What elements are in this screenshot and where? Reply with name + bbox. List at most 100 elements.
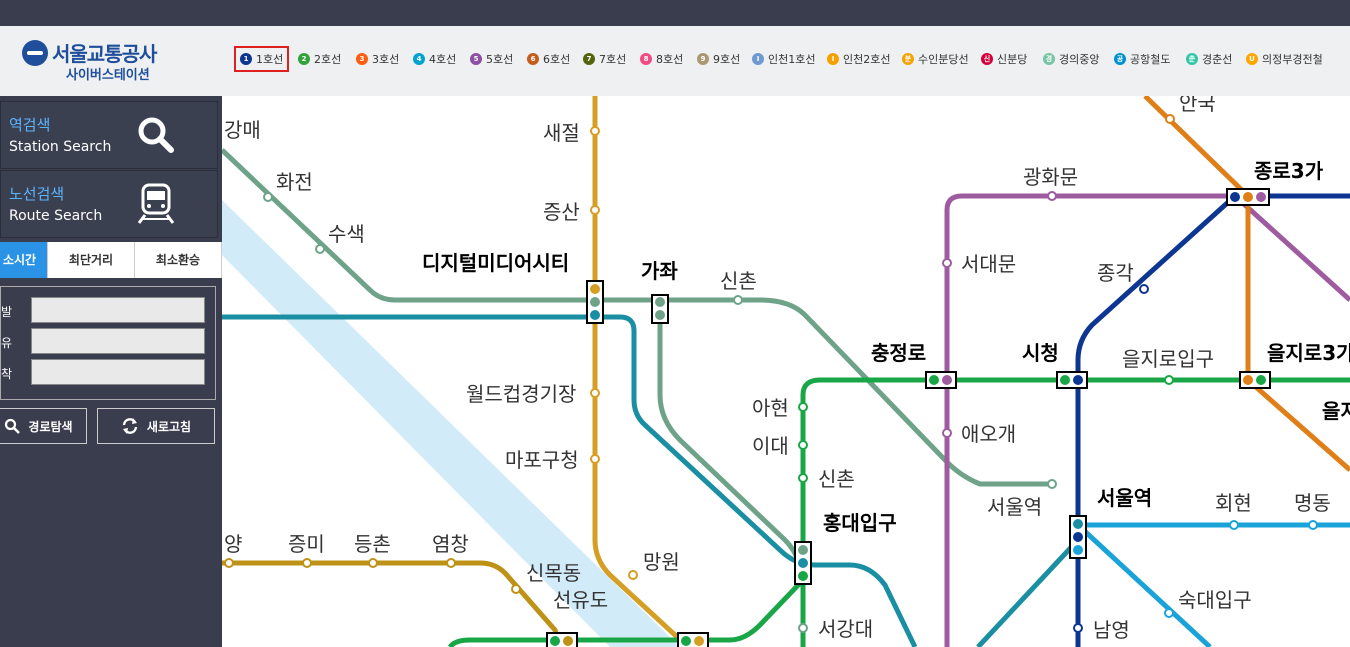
line-item-2[interactable]: 2 2호선 bbox=[298, 52, 341, 66]
route-search-action-button[interactable]: 경로탐색 bbox=[0, 408, 87, 444]
station-dot[interactable] bbox=[733, 295, 743, 305]
line-item-12[interactable]: 분 수인분당선 bbox=[902, 52, 969, 66]
station-label[interactable]: 강매 bbox=[224, 118, 261, 142]
station-label-major[interactable]: 가좌 bbox=[641, 259, 678, 283]
station-dot[interactable] bbox=[590, 205, 600, 215]
tab-min-time[interactable]: 소시간 bbox=[0, 242, 48, 278]
station-label-major[interactable]: 디지털미디어시티 bbox=[422, 251, 569, 275]
station-label[interactable]: 애오개 bbox=[961, 422, 1016, 446]
station-label[interactable]: 증미 bbox=[288, 532, 325, 556]
station-dot[interactable] bbox=[511, 584, 521, 594]
station-label-major[interactable]: 을지 bbox=[1322, 399, 1350, 423]
station-label[interactable]: 을지로입구 bbox=[1122, 347, 1214, 371]
station-dot[interactable] bbox=[315, 244, 325, 254]
transfer-chungjeongno[interactable] bbox=[925, 371, 957, 389]
station-dot[interactable] bbox=[1164, 608, 1174, 618]
station-dot[interactable] bbox=[590, 126, 600, 136]
station-dot[interactable] bbox=[590, 454, 600, 464]
station-dot[interactable] bbox=[368, 558, 378, 568]
station-dot[interactable] bbox=[1139, 284, 1149, 294]
tab-min-transfer[interactable]: 최소환승 bbox=[135, 242, 222, 278]
line-item-9[interactable]: 9 9호선 bbox=[697, 52, 740, 66]
line-item-15[interactable]: 공 공항철도 bbox=[1114, 52, 1170, 66]
station-dot[interactable] bbox=[1047, 191, 1057, 201]
station-label[interactable]: 수색 bbox=[328, 222, 365, 246]
station-label-major[interactable]: 홍대입구 bbox=[823, 511, 897, 535]
station-label[interactable]: 신촌 bbox=[818, 467, 855, 491]
station-label[interactable]: 명동 bbox=[1294, 491, 1331, 515]
station-label[interactable]: 남영 bbox=[1093, 618, 1130, 642]
station-label[interactable]: 종각 bbox=[1097, 261, 1134, 285]
transfer-hapjeong[interactable] bbox=[677, 632, 709, 647]
station-label-major[interactable]: 시청 bbox=[1022, 341, 1059, 365]
station-dot[interactable] bbox=[628, 570, 638, 580]
station-search-button[interactable]: 역검색 Station Search bbox=[0, 101, 218, 169]
station-label[interactable]: 숙대입구 bbox=[1178, 588, 1252, 612]
station-dot[interactable] bbox=[1073, 623, 1083, 633]
station-dot[interactable] bbox=[302, 558, 312, 568]
station-dot[interactable] bbox=[263, 192, 273, 202]
station-label[interactable]: 망원 bbox=[643, 550, 680, 574]
line-item-8[interactable]: 8 8호선 bbox=[640, 52, 683, 66]
tab-shortest-distance[interactable]: 최단거리 bbox=[48, 242, 135, 278]
station-label[interactable]: 광화문 bbox=[1023, 165, 1078, 189]
station-dot[interactable] bbox=[224, 558, 234, 568]
transfer-hongdae[interactable] bbox=[794, 541, 812, 585]
transfer-seoulstation[interactable] bbox=[1069, 515, 1087, 559]
station-label[interactable]: 서강대 bbox=[818, 617, 873, 641]
station-label-major[interactable]: 서울역 bbox=[1097, 486, 1152, 510]
station-label[interactable]: 양 bbox=[224, 532, 242, 556]
station-label[interactable]: 월드컵경기장 bbox=[466, 382, 576, 406]
station-dot[interactable] bbox=[798, 402, 808, 412]
station-label-major[interactable]: 충정로 bbox=[871, 341, 926, 365]
transfer-euljiro3[interactable] bbox=[1239, 371, 1271, 389]
station-label-major[interactable]: 종로3가 bbox=[1254, 159, 1324, 183]
line-item-10[interactable]: I 인천1호선 bbox=[752, 52, 815, 66]
line-item-4[interactable]: 4 4호선 bbox=[413, 52, 456, 66]
arrival-input[interactable] bbox=[31, 359, 205, 385]
line-item-7[interactable]: 7 7호선 bbox=[583, 52, 626, 66]
transfer-dmc[interactable] bbox=[586, 280, 604, 324]
station-label[interactable]: 염창 bbox=[432, 532, 469, 556]
transfer-gajwa[interactable] bbox=[651, 294, 669, 324]
line-item-5[interactable]: 5 5호선 bbox=[470, 52, 513, 66]
station-dot[interactable] bbox=[1164, 375, 1174, 385]
line-item-1[interactable]: 1 1호선 bbox=[233, 46, 290, 72]
station-dot[interactable] bbox=[446, 558, 456, 568]
line-item-17[interactable]: U 의정부경전철 bbox=[1246, 52, 1323, 66]
station-dot[interactable] bbox=[942, 428, 952, 438]
line-item-14[interactable]: 경 경의중앙 bbox=[1043, 52, 1099, 66]
station-label[interactable]: 안국 bbox=[1179, 96, 1216, 115]
station-dot[interactable] bbox=[942, 258, 952, 268]
station-label[interactable]: 이대 bbox=[752, 434, 789, 458]
station-dot[interactable] bbox=[1047, 479, 1057, 489]
station-label[interactable]: 증산 bbox=[543, 200, 580, 224]
station-label[interactable]: 등촌 bbox=[354, 532, 391, 556]
station-label[interactable]: 회현 bbox=[1215, 491, 1252, 515]
station-dot[interactable] bbox=[1308, 520, 1318, 530]
via-input[interactable] bbox=[31, 328, 205, 354]
station-label-major[interactable]: 을지로3가 bbox=[1267, 341, 1350, 365]
departure-input[interactable] bbox=[31, 297, 205, 323]
subway-map[interactable]: 강매 화전 수색 새절 증산 신촌 월드컵경기장 마포구청 아현 이대 신촌 망… bbox=[222, 96, 1350, 647]
station-dot[interactable] bbox=[1229, 520, 1239, 530]
transfer-jongno3[interactable] bbox=[1226, 188, 1270, 206]
route-search-button[interactable]: 노선검색 Route Search bbox=[0, 170, 218, 238]
station-label[interactable]: 선유도 bbox=[553, 588, 608, 612]
line-item-11[interactable]: I 인천2호선 bbox=[827, 52, 890, 66]
transfer-cityhall[interactable] bbox=[1056, 371, 1088, 389]
transfer-seonyudo[interactable] bbox=[546, 632, 578, 647]
line-item-6[interactable]: 6 6호선 bbox=[527, 52, 570, 66]
station-label[interactable]: 화전 bbox=[276, 170, 313, 194]
station-dot[interactable] bbox=[798, 473, 808, 483]
logo[interactable]: 서울교통공사 사이버스테이션 bbox=[20, 36, 170, 86]
station-dot[interactable] bbox=[798, 623, 808, 633]
station-dot[interactable] bbox=[798, 440, 808, 450]
station-dot[interactable] bbox=[1165, 114, 1175, 124]
line-item-3[interactable]: 3 3호선 bbox=[356, 52, 399, 66]
station-dot[interactable] bbox=[590, 388, 600, 398]
station-label[interactable]: 마포구청 bbox=[505, 448, 579, 472]
line-item-16[interactable]: 춘 경춘선 bbox=[1186, 52, 1232, 66]
station-label[interactable]: 새절 bbox=[543, 121, 580, 145]
station-label[interactable]: 서울역 bbox=[987, 495, 1042, 519]
